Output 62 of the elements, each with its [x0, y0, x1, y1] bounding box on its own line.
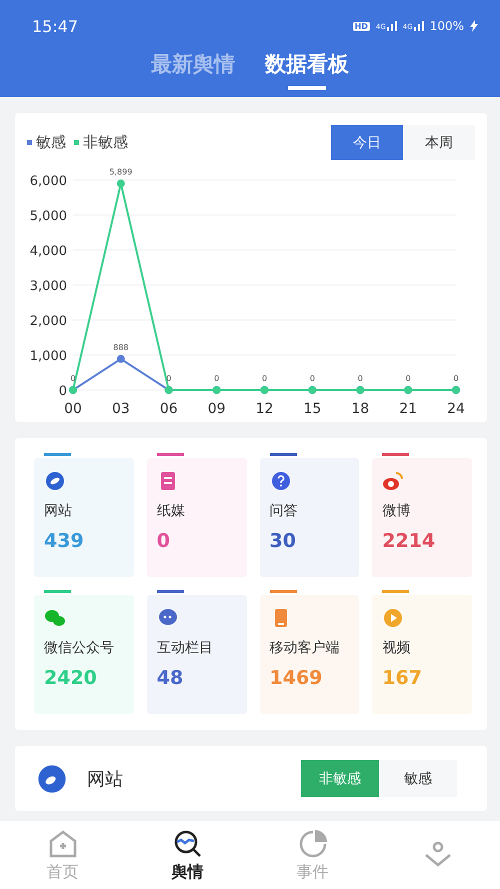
- weibo-icon: [382, 470, 404, 492]
- source-count: 1469: [270, 667, 324, 689]
- axis-label: 03: [112, 401, 130, 417]
- axis-label: 1,000: [30, 349, 67, 364]
- axis-label: 15: [303, 401, 322, 417]
- question-icon: [270, 470, 292, 492]
- axis-label: 6,000: [30, 174, 67, 189]
- source-label: 微信公众号: [44, 639, 115, 657]
- axis-label: 06: [160, 401, 178, 417]
- data-label: 0: [453, 374, 459, 383]
- axis-label: 18: [351, 401, 370, 417]
- source-count: 439: [44, 530, 85, 552]
- data-point: [116, 180, 125, 188]
- source-label: 微博: [382, 502, 412, 520]
- axis-label: 12: [256, 401, 274, 417]
- source-count: 2420: [44, 667, 98, 689]
- data-label: 0: [310, 374, 315, 383]
- axis-label: 00: [64, 401, 82, 417]
- battery-level: 100%: [430, 19, 464, 33]
- data-label: 0: [358, 374, 363, 383]
- legend-label: 敏感: [36, 133, 66, 152]
- axis-label: 24: [447, 401, 465, 417]
- top-tab[interactable]: 数据看板: [265, 50, 349, 90]
- chat-bubbles-icon: [44, 607, 66, 629]
- data-label: 5,899: [109, 168, 132, 177]
- data-label: 0: [262, 374, 268, 383]
- data-label: 0: [406, 374, 411, 383]
- globe-icon: [37, 764, 67, 794]
- data-label: 0: [70, 374, 76, 383]
- source-label: 互动栏目: [156, 639, 214, 657]
- hd-badge: HD: [352, 22, 370, 30]
- axis-label: 09: [208, 401, 226, 417]
- legend-label: 非敏感: [83, 133, 128, 152]
- source-label: 视频: [382, 639, 412, 657]
- nav-item[interactable]: 舆情: [125, 821, 250, 889]
- axis-label: 4,000: [30, 244, 67, 259]
- source-count: 167: [382, 667, 423, 689]
- detail-title: 网站: [87, 768, 124, 790]
- axis-label: 0: [58, 384, 67, 399]
- globe-icon: [44, 470, 66, 492]
- range-tab[interactable]: 今日: [331, 125, 403, 160]
- source-label: 纸媒: [156, 502, 186, 520]
- data-label: 0: [214, 374, 220, 383]
- status-time: 15:47: [32, 16, 78, 36]
- range-tab[interactable]: 本周: [403, 125, 475, 160]
- filter-toggle[interactable]: 敏感: [379, 760, 457, 797]
- data-point: [116, 354, 125, 363]
- axis-label: 3,000: [30, 279, 67, 294]
- play-icon: [382, 607, 404, 629]
- source-count: 2214: [382, 530, 436, 552]
- source-label: 网站: [44, 502, 73, 520]
- source-count: 0: [156, 530, 171, 552]
- data-label: 888: [113, 342, 129, 352]
- data-label: 0: [166, 374, 172, 383]
- charging-icon: [470, 20, 478, 32]
- axis-label: 5,000: [30, 209, 67, 224]
- source-count: 30: [270, 530, 297, 552]
- axis-label: 2,000: [30, 314, 67, 329]
- source-label: 问答: [270, 502, 298, 520]
- axis-label: 21: [399, 401, 418, 417]
- source-count: 48: [156, 667, 184, 689]
- source-label: 移动客户端: [270, 639, 340, 657]
